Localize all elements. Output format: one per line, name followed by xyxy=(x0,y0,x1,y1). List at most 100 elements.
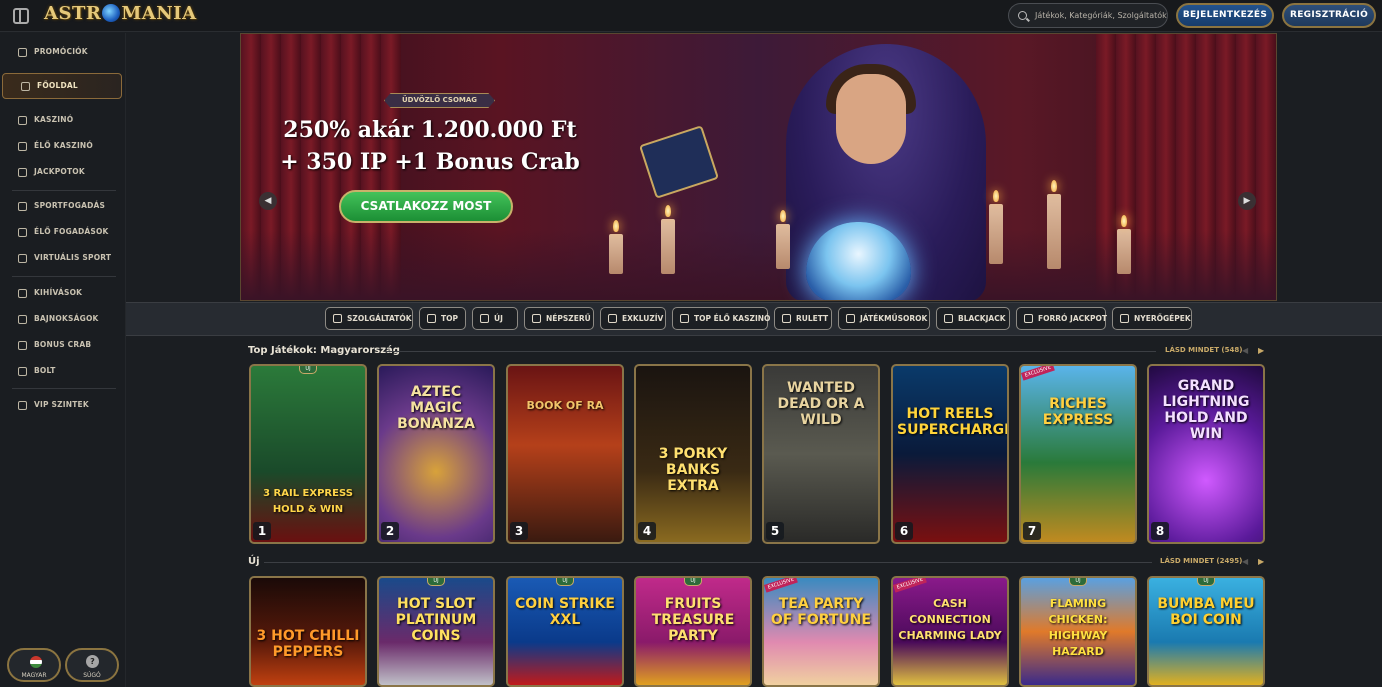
sidebar-item-jackpots[interactable]: JACKPOTOK xyxy=(0,160,126,184)
candle-icon xyxy=(989,190,1003,264)
register-button[interactable]: REGISZTRÁCIÓ xyxy=(1282,3,1376,28)
tarot-cards-image xyxy=(638,125,720,199)
category-game-shows[interactable]: JÁTÉKMŰSOROK xyxy=(838,307,930,330)
category-popular[interactable]: NÉPSZERŰ xyxy=(524,307,594,330)
clover-icon xyxy=(18,168,27,177)
search-input[interactable]: Játékok, Kategóriák, Szolgáltatók xyxy=(1008,3,1168,28)
banner-prev-arrow-icon[interactable]: ◀ xyxy=(259,192,277,210)
game-tile[interactable]: ÚJ COIN STRIKE XXL xyxy=(506,576,624,687)
sidebar-item-label: BAJNOKSÁGOK xyxy=(34,314,99,323)
category-hot-jackpot[interactable]: FORRÓ JACKPOT xyxy=(1016,307,1107,330)
game-tile[interactable]: EXCLUSIVE CASH CONNECTION CHARMING LADY xyxy=(891,576,1009,687)
sidebar-item-label: KIHÍVÁSOK xyxy=(34,288,83,297)
game-tile[interactable]: 3 PORKY BANKS EXTRA 4 xyxy=(634,364,752,544)
game-tile[interactable]: HOT REELS SUPERCHARGED 6 xyxy=(891,364,1009,544)
site-logo[interactable]: ASTR MANIA xyxy=(44,3,197,24)
top-games-prev-icon[interactable]: ◀ xyxy=(1242,346,1248,355)
new-games-prev-icon[interactable]: ◀ xyxy=(1242,557,1248,566)
app-root: ASTR MANIA Játékok, Kategóriák, Szolgálta… xyxy=(0,0,1382,687)
game-tile[interactable]: EXCLUSIVE RICHES EXPRESS 7 xyxy=(1019,364,1137,544)
home-icon xyxy=(21,82,30,91)
help-button[interactable]: ? SÚGÓ xyxy=(65,648,119,682)
game-tile[interactable]: WANTED DEAD OR A WILD 5 xyxy=(762,364,880,544)
category-slots[interactable]: NYERŐGÉPEK xyxy=(1112,307,1192,330)
game-tile[interactable]: EXCLUSIVE TEA PARTY OF FORTUNE xyxy=(762,576,880,687)
section-divider xyxy=(384,351,1156,352)
new-badge: ÚJ xyxy=(556,578,574,586)
sidebar-divider xyxy=(12,190,116,191)
language-button[interactable]: MAGYAR xyxy=(7,648,61,682)
blackjack-icon xyxy=(944,314,953,323)
search-placeholder: Játékok, Kategóriák, Szolgáltatók xyxy=(1035,11,1167,20)
sidebar-item-bonus-crab[interactable]: BONUS CRAB xyxy=(0,333,126,357)
category-providers[interactable]: SZOLGÁLTATÓK xyxy=(325,307,413,330)
join-now-button[interactable]: CSATLAKOZZ MOST xyxy=(339,190,513,223)
new-games-see-all-link[interactable]: LÁSD MINDET (2495) xyxy=(1160,557,1242,565)
game-tile[interactable]: ÚJ BUMBA MEU BOI COIN xyxy=(1147,576,1265,687)
game-tile[interactable]: ÚJ HOT SLOT PLATINUM COINS xyxy=(377,576,495,687)
sidebar-item-live-betting[interactable]: ÉLŐ FOGADÁSOK xyxy=(0,220,126,244)
sidebar-item-label: VIRTUÁLIS SPORT xyxy=(34,253,112,262)
candle-icon xyxy=(776,210,790,269)
host-icon xyxy=(846,314,855,323)
sidebar-item-promotions[interactable]: PROMÓCIÓK xyxy=(0,40,126,64)
crab-icon xyxy=(18,341,27,350)
category-new[interactable]: ÚJ xyxy=(472,307,518,330)
game-tile[interactable]: BOOK OF RA 3 xyxy=(506,364,624,544)
candle-icon xyxy=(1117,215,1131,274)
game-title: BUMBA MEU BOI COIN xyxy=(1157,596,1255,628)
virtual-sport-icon xyxy=(18,254,27,263)
cards-icon xyxy=(18,142,27,151)
category-top[interactable]: TOP xyxy=(419,307,466,330)
challenge-icon xyxy=(18,289,27,298)
sidebar-item-shop[interactable]: BOLT xyxy=(0,359,126,383)
sidebar-item-label: BONUS CRAB xyxy=(34,340,92,349)
category-exclusive[interactable]: EXKLUZÍV xyxy=(600,307,666,330)
sidebar-item-challenges[interactable]: KIHÍVÁSOK xyxy=(0,281,126,305)
game-tile[interactable]: ÚJ 3 RAIL EXPRESS HOLD & WIN 1 xyxy=(249,364,367,544)
exclusive-badge: EXCLUSIVE xyxy=(764,578,798,593)
sidebar-item-tournaments[interactable]: BAJNOKSÁGOK xyxy=(0,307,126,331)
roulette-icon xyxy=(782,314,791,323)
trophy-icon xyxy=(427,314,436,323)
game-title: CASH CONNECTION CHARMING LADY xyxy=(898,597,1002,642)
candle-icon xyxy=(661,205,675,274)
category-label: NÉPSZERŰ xyxy=(546,314,591,323)
category-roulette[interactable]: RULETT xyxy=(774,307,832,330)
top-games-see-all-link[interactable]: LÁSD MINDET (548) xyxy=(1165,346,1242,354)
sidebar-item-sports-betting[interactable]: SPORTFOGADÁS xyxy=(0,194,126,218)
game-title: HOT SLOT PLATINUM COINS xyxy=(395,596,477,644)
sidebar-item-label: KASZINÓ xyxy=(34,115,74,124)
sidebar-divider xyxy=(12,388,116,389)
sidebar-item-home[interactable]: FŐOLDAL xyxy=(2,73,122,99)
shop-icon xyxy=(18,367,27,376)
login-button[interactable]: BEJELENTKEZÉS xyxy=(1176,3,1274,28)
game-tile[interactable]: 3 HOT CHILLI PEPPERS xyxy=(249,576,367,687)
game-rank: 6 xyxy=(895,522,913,540)
gift-icon xyxy=(18,48,27,57)
sidebar-item-label: VIP SZINTEK xyxy=(34,400,89,409)
casino-chip-icon xyxy=(18,116,27,125)
flame-icon xyxy=(1024,314,1033,323)
sidebar-item-live-casino[interactable]: ÉLŐ KASZINÓ xyxy=(0,134,126,158)
game-tile[interactable]: ÚJ FLAMING CHICKEN: HIGHWAY HAZARD xyxy=(1019,576,1137,687)
sidebar-item-virtual-sport[interactable]: VIRTUÁLIS SPORT xyxy=(0,246,126,270)
sidebar-item-vip-levels[interactable]: VIP SZINTEK xyxy=(0,393,126,417)
slot-machine-icon xyxy=(1120,314,1129,323)
sidebar-toggle-icon[interactable] xyxy=(13,8,29,24)
top-games-next-icon[interactable]: ▶ xyxy=(1258,346,1264,355)
category-top-live-casino[interactable]: TOP ÉLŐ KASZINÓ xyxy=(672,307,770,330)
game-tile[interactable]: GRAND LIGHTNING HOLD AND WIN 8 xyxy=(1147,364,1265,544)
game-title: 3 HOT CHILLI PEPPERS xyxy=(256,628,360,660)
game-tile[interactable]: ÚJ FRUITS TREASURE PARTY xyxy=(634,576,752,687)
sidebar-item-label: JACKPOTOK xyxy=(34,167,85,176)
new-badge: ÚJ xyxy=(684,578,702,586)
soccer-ball-icon xyxy=(18,202,27,211)
sidebar-item-casino[interactable]: KASZINÓ xyxy=(0,108,126,132)
sidebar-item-label: PROMÓCIÓK xyxy=(34,47,88,56)
banner-next-arrow-icon[interactable]: ▶ xyxy=(1238,192,1256,210)
category-blackjack[interactable]: BLACKJACK xyxy=(936,307,1010,330)
new-games-next-icon[interactable]: ▶ xyxy=(1258,557,1264,566)
game-tile[interactable]: AZTEC MAGIC BONANZA 2 xyxy=(377,364,495,544)
help-label: SÚGÓ xyxy=(83,672,101,679)
